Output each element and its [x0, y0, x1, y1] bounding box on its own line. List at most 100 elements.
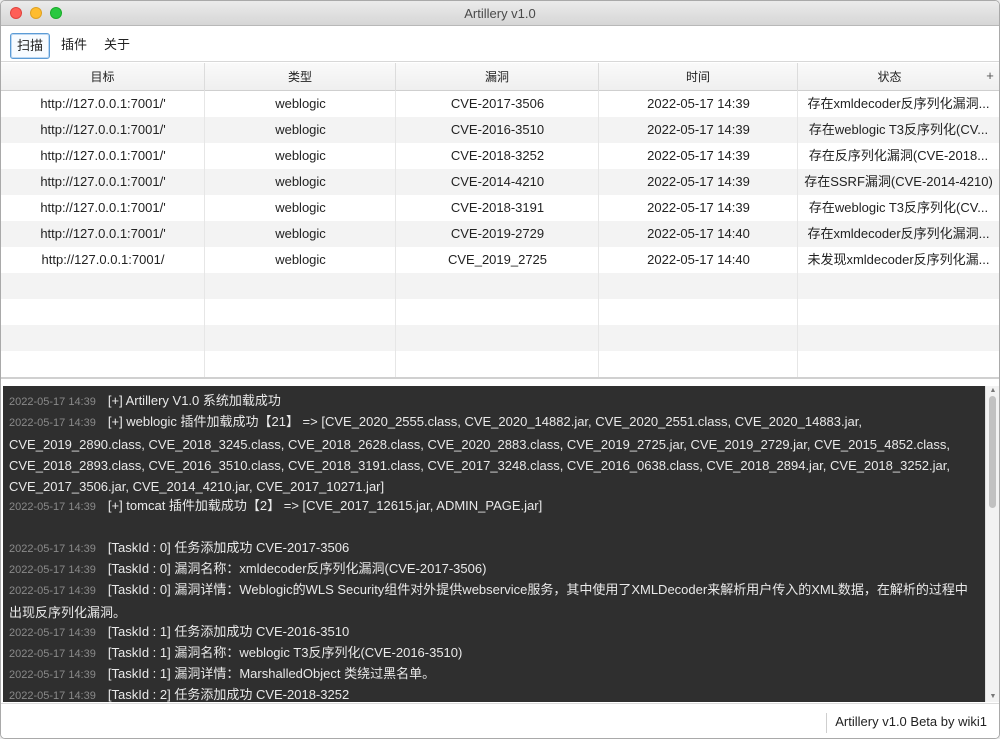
column-divider [395, 91, 396, 377]
log-message: [TaskId : 1] 漏洞详情：MarshalledObject 类绕过黑名… [107, 666, 436, 681]
table-row[interactable]: http://127.0.0.1:7001/weblogic CVE_2019_2… [1, 247, 999, 273]
tab-scan[interactable]: 扫描 [10, 33, 51, 59]
log-console[interactable]: 2022-05-17 14:39 [+] Artillery V1.0 系统加载成… [3, 386, 985, 702]
column-header-time[interactable]: 时间 [599, 63, 798, 91]
table-body: http://127.0.0.1:7001/' weblogic CVE-2017-… [1, 91, 999, 377]
log-line: 2022-05-17 14:39 [TaskId : 2] 任务添加成功 CVE-… [9, 684, 977, 702]
cell-target: http://127.0.0.1:7001/' [40, 122, 166, 137]
cell-time: 2022-05-17 14:39 [647, 122, 750, 137]
log-scrollbar[interactable]: ▲ ▼ [985, 386, 999, 702]
log-line: 2022-05-17 14:39 [+] weblogic 插件加载成功【21】 … [9, 411, 977, 497]
log-message: [+] Artillery V1.0 系统加载成功 [107, 393, 281, 408]
cell-status: 存在xmldecoder反序列化漏洞... [807, 96, 990, 111]
cell-time: 2022-05-17 14:40 [647, 226, 750, 241]
results-table: 目标 类型 漏洞 时间 状态 + http://127.0.0.1:7001/'… [1, 63, 999, 379]
cell-target: http://127.0.0.1:7001/' [40, 174, 166, 189]
cell-vuln: CVE-2018-3191 [450, 200, 545, 215]
cell-status: 存在SSRF漏洞(CVE-2014-4210) [804, 174, 993, 189]
cell-vuln: CVE-2018-3252 [450, 148, 545, 163]
cell-time: 2022-05-17 14:40 [647, 252, 750, 267]
cell-time: 2022-05-17 14:39 [647, 148, 750, 163]
empty-table-row [1, 273, 999, 299]
cell-vuln: CVE-2016-3510 [450, 122, 545, 137]
cell-target: http://127.0.0.1:7001/' [40, 96, 166, 111]
tab-plugins[interactable]: 插件 [55, 33, 93, 59]
log-timestamp: 2022-05-17 14:39 [9, 690, 96, 702]
status-version-text: Artillery v1.0 Beta by wiki1 [826, 713, 987, 733]
tab-about[interactable]: 关于 [98, 33, 136, 59]
log-line: 2022-05-17 14:39 [TaskId : 0] 任务添加成功 CVE-… [9, 537, 977, 560]
column-divider [797, 91, 798, 377]
window-title: Artillery v1.0 [464, 6, 536, 21]
column-header-status[interactable]: 状态 [798, 63, 981, 91]
log-message: [TaskId : 0] 任务添加成功 CVE-2017-3506 [107, 540, 350, 555]
cell-time: 2022-05-17 14:39 [647, 174, 750, 189]
log-message: [TaskId : 0] 漏洞名称：xmldecoder反序列化漏洞(CVE-2… [107, 561, 487, 576]
cell-type: weblogic [275, 174, 326, 189]
log-line: 2022-05-17 14:39 [TaskId : 1] 任务添加成功 CVE-… [9, 621, 977, 644]
cell-vuln: CVE-2019-2729 [450, 226, 545, 241]
log-line: 2022-05-17 14:39 [TaskId : 0] 漏洞名称：xmldec… [9, 558, 977, 581]
log-message: [TaskId : 0] 漏洞详情：Weblogic的WLS Security组… [9, 582, 968, 620]
log-line: 2022-05-17 14:39 [TaskId : 1] 漏洞详情：Marsha… [9, 663, 977, 686]
log-line: 2022-05-17 14:39 [TaskId : 0] 漏洞详情：Weblog… [9, 579, 977, 623]
column-header-vuln[interactable]: 漏洞 [396, 63, 599, 91]
table-row[interactable]: http://127.0.0.1:7001/' weblogic CVE-2018-… [1, 195, 999, 221]
log-line: 2022-05-17 14:39 [+] Artillery V1.0 系统加载成… [9, 390, 977, 413]
app-window: Artillery v1.0 扫描 插件 关于 目标 类型 漏洞 时间 状态 +… [0, 0, 1000, 739]
scroll-up-arrow-icon[interactable]: ▲ [986, 386, 999, 396]
log-line: 2022-05-17 14:39 [TaskId : 1] 漏洞名称：weblog… [9, 642, 977, 665]
log-timestamp: 2022-05-17 14:39 [9, 417, 96, 429]
cell-type: weblogic [275, 252, 326, 267]
table-row[interactable]: http://127.0.0.1:7001/' weblogic CVE-2016-… [1, 117, 999, 143]
cell-target: http://127.0.0.1:7001/ [41, 252, 165, 267]
cell-vuln: CVE-2017-3506 [450, 96, 545, 111]
add-column-button[interactable]: + [981, 63, 999, 91]
table-header: 目标 类型 漏洞 时间 状态 + [1, 63, 999, 91]
cell-status: 存在反序列化漏洞(CVE-2018... [808, 148, 989, 163]
status-bar: Artillery v1.0 Beta by wiki1 [1, 703, 999, 738]
cell-type: weblogic [275, 226, 326, 241]
table-row[interactable]: http://127.0.0.1:7001/' weblogic CVE-2017-… [1, 91, 999, 117]
log-message: [+] weblogic 插件加载成功【21】 => [CVE_2020_255… [9, 414, 950, 494]
log-message: [TaskId : 2] 任务添加成功 CVE-2018-3252 [107, 687, 350, 702]
log-message: [+] tomcat 插件加载成功【2】 => [CVE_2017_12615.… [107, 498, 543, 513]
scroll-thumb[interactable] [989, 396, 996, 508]
cell-time: 2022-05-17 14:39 [647, 96, 750, 111]
table-row[interactable]: http://127.0.0.1:7001/' weblogic CVE-2019-… [1, 221, 999, 247]
cell-type: weblogic [275, 122, 326, 137]
column-header-type[interactable]: 类型 [205, 63, 396, 91]
cell-type: weblogic [275, 200, 326, 215]
cell-status: 存在xmldecoder反序列化漏洞... [807, 226, 990, 241]
cell-type: weblogic [275, 148, 326, 163]
log-timestamp: 2022-05-17 14:39 [9, 585, 96, 597]
cell-target: http://127.0.0.1:7001/' [40, 148, 166, 163]
log-timestamp: 2022-05-17 14:39 [9, 627, 96, 639]
scroll-down-arrow-icon[interactable]: ▼ [986, 692, 999, 702]
log-timestamp: 2022-05-17 14:39 [9, 501, 96, 513]
tab-bar: 扫描 插件 关于 [1, 26, 999, 62]
column-divider [204, 91, 205, 377]
log-timestamp: 2022-05-17 14:39 [9, 543, 96, 555]
cell-time: 2022-05-17 14:39 [647, 200, 750, 215]
log-timestamp: 2022-05-17 14:39 [9, 564, 96, 576]
log-timestamp: 2022-05-17 14:39 [9, 669, 96, 681]
cell-target: http://127.0.0.1:7001/' [40, 200, 166, 215]
cell-type: weblogic [275, 96, 326, 111]
log-message: [TaskId : 1] 漏洞名称：weblogic T3反序列化(CVE-20… [107, 645, 463, 660]
cell-status: 未发现xmldecoder反序列化漏... [807, 252, 990, 267]
cell-status: 存在weblogic T3反序列化(CV... [808, 200, 989, 215]
column-divider [598, 91, 599, 377]
log-timestamp: 2022-05-17 14:39 [9, 396, 96, 408]
log-line: 2022-05-17 14:39 [+] tomcat 插件加载成功【2】 => … [9, 495, 977, 518]
empty-table-row [1, 299, 999, 325]
column-header-target[interactable]: 目标 [1, 63, 205, 91]
table-row[interactable]: http://127.0.0.1:7001/' weblogic CVE-2018-… [1, 143, 999, 169]
empty-table-row [1, 325, 999, 351]
empty-table-row [1, 351, 999, 377]
title-bar: Artillery v1.0 [1, 1, 999, 26]
table-row[interactable]: http://127.0.0.1:7001/' weblogic CVE-2014-… [1, 169, 999, 195]
log-timestamp: 2022-05-17 14:39 [9, 648, 96, 660]
cell-vuln: CVE-2014-4210 [450, 174, 545, 189]
log-message: [TaskId : 1] 任务添加成功 CVE-2016-3510 [107, 624, 350, 639]
